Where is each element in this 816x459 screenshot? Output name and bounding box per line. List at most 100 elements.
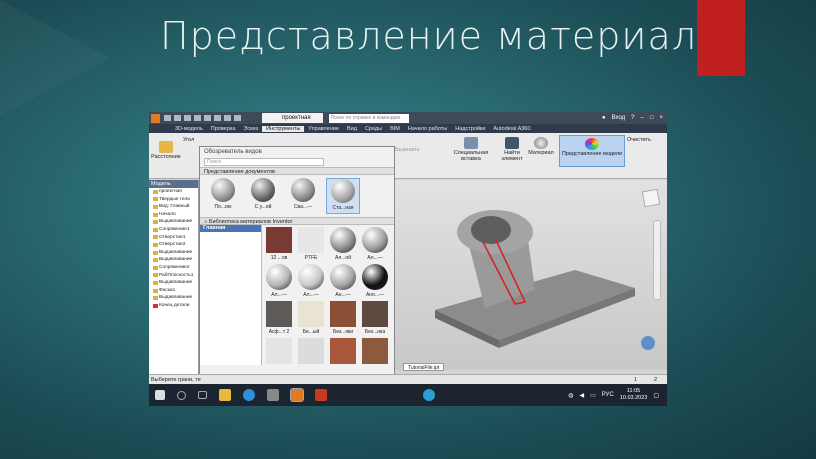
minimize-icon[interactable]: – bbox=[641, 115, 644, 121]
file-explorer-icon[interactable] bbox=[219, 389, 231, 401]
center-app-icon[interactable] bbox=[423, 389, 435, 401]
pinned-app-icon[interactable] bbox=[267, 389, 279, 401]
library-home-item[interactable]: Главная bbox=[200, 225, 261, 232]
library-material-item[interactable] bbox=[265, 338, 293, 366]
doc-material-item[interactable]: Сва...— bbox=[286, 178, 320, 214]
tree-item[interactable]: Выдавливание bbox=[149, 294, 198, 302]
tree-item[interactable]: Сопряжение2 bbox=[149, 264, 198, 272]
viewcube[interactable] bbox=[641, 188, 661, 208]
document-tab[interactable]: проектная bbox=[262, 113, 323, 123]
undo-icon[interactable] bbox=[194, 115, 201, 121]
inventor-logo-icon[interactable] bbox=[151, 113, 160, 123]
tab-tools[interactable]: Инструменты bbox=[262, 125, 305, 132]
clock[interactable]: 11:05 10.03.2023 bbox=[620, 388, 648, 402]
windows-start-icon[interactable] bbox=[155, 390, 165, 400]
tab-check[interactable]: Проверка bbox=[207, 126, 240, 132]
settings-icon[interactable] bbox=[234, 115, 241, 121]
edge-icon[interactable] bbox=[243, 389, 255, 401]
doc-material-item[interactable]: По...ию bbox=[206, 178, 240, 214]
clipboard-icon bbox=[464, 137, 478, 149]
redo-icon[interactable] bbox=[204, 115, 211, 121]
angle-button[interactable]: Угол bbox=[183, 137, 194, 143]
task-view-icon[interactable] bbox=[198, 391, 207, 399]
doc-material-item-selected[interactable]: Ста...ная bbox=[326, 178, 360, 214]
part-model[interactable] bbox=[395, 180, 667, 370]
special-insert-button[interactable]: Специальная вставка bbox=[453, 137, 489, 162]
battery-icon[interactable]: ▭ bbox=[590, 392, 596, 399]
file-tab[interactable]: TutorialFile.ipt bbox=[403, 363, 445, 371]
save-icon[interactable] bbox=[184, 115, 191, 121]
library-material-item[interactable] bbox=[297, 338, 325, 366]
library-material-item[interactable]: Ано...— bbox=[361, 264, 389, 298]
close-icon[interactable]: × bbox=[659, 115, 663, 121]
help-search-input[interactable]: Поиск по справке и командам bbox=[328, 113, 409, 123]
tree-item[interactable]: Выдавливание bbox=[149, 256, 198, 264]
doc-material-item[interactable]: С у...ой bbox=[246, 178, 280, 214]
clear-button[interactable]: Очистить bbox=[627, 137, 651, 143]
volume-icon[interactable]: ◀ bbox=[579, 392, 584, 399]
tab-a360[interactable]: Autodesk A360 bbox=[489, 126, 534, 132]
open-file-icon[interactable] bbox=[174, 115, 181, 121]
login-label[interactable]: Вход bbox=[612, 115, 626, 121]
3d-viewport[interactable] bbox=[395, 180, 667, 370]
tree-item[interactable]: Отверстие1 bbox=[149, 234, 198, 242]
tree-item[interactable]: Фаска1 bbox=[149, 287, 198, 295]
library-material-item[interactable] bbox=[361, 338, 389, 366]
tree-item[interactable]: Отверстие2 bbox=[149, 241, 198, 249]
powerpoint-icon[interactable] bbox=[315, 389, 327, 401]
navigation-bar[interactable] bbox=[653, 220, 661, 300]
library-material-item[interactable]: Ан...— bbox=[329, 264, 357, 298]
network-icon[interactable]: ◍ bbox=[568, 392, 573, 399]
find-element-button[interactable]: Найти элемент bbox=[499, 137, 525, 162]
tab-sketch[interactable]: Эскиз bbox=[239, 126, 262, 132]
tab-3d-model[interactable]: 3D-модель bbox=[171, 126, 207, 132]
tab-environments[interactable]: Среды bbox=[361, 126, 386, 132]
library-material-item[interactable]: Бе...ый bbox=[297, 301, 325, 335]
library-material-item[interactable]: Ал...— bbox=[265, 264, 293, 298]
library-header[interactable]: ⌂ Библиотека материалов Inventor bbox=[200, 217, 394, 225]
library-material-item[interactable]: Без...нка bbox=[361, 301, 389, 335]
library-material-item[interactable]: Ал...— bbox=[297, 264, 325, 298]
home-icon[interactable] bbox=[214, 115, 221, 121]
search-icon[interactable] bbox=[177, 390, 186, 400]
notifications-icon[interactable]: ▢ bbox=[653, 392, 659, 399]
tree-item[interactable]: Твердые тела bbox=[149, 196, 198, 204]
maximize-icon[interactable]: □ bbox=[650, 115, 654, 121]
material-button[interactable]: Материал bbox=[527, 137, 555, 156]
tab-addins[interactable]: Надстройки bbox=[451, 126, 489, 132]
decorative-arrow bbox=[0, 0, 110, 116]
print-icon[interactable] bbox=[224, 115, 231, 121]
new-file-icon[interactable] bbox=[164, 115, 171, 121]
user-icon[interactable]: ● bbox=[602, 115, 606, 121]
library-material-item[interactable]: Без...яки bbox=[329, 301, 357, 335]
tab-view[interactable]: Вид bbox=[343, 126, 361, 132]
tab-manage[interactable]: Управление bbox=[304, 126, 343, 132]
tree-item[interactable]: Выдавливание bbox=[149, 249, 198, 257]
model-browser-header[interactable]: Модель bbox=[149, 180, 198, 188]
help-icon[interactable]: ? bbox=[631, 115, 634, 121]
tree-item[interactable]: Конец детали bbox=[149, 302, 198, 310]
tree-item[interactable]: Сопряжение1 bbox=[149, 226, 198, 234]
tab-bim[interactable]: BIM bbox=[386, 126, 404, 132]
library-material-item[interactable]: 12 ...ов bbox=[265, 227, 293, 261]
share-icon[interactable] bbox=[641, 336, 655, 350]
tree-item[interactable]: Начало bbox=[149, 211, 198, 219]
tree-item[interactable]: Вид: Главный bbox=[149, 203, 198, 211]
tree-item[interactable]: РабПлоскость1 bbox=[149, 272, 198, 280]
library-material-item[interactable]: PTFE bbox=[297, 227, 325, 261]
tree-item[interactable]: Выдавливание bbox=[149, 279, 198, 287]
library-material-item[interactable]: Ал...ой bbox=[329, 227, 357, 261]
language-indicator[interactable]: РУС bbox=[602, 392, 614, 398]
model-representation-button[interactable]: Представление модели bbox=[559, 135, 625, 167]
distance-button[interactable]: Расстояние bbox=[151, 141, 181, 160]
cut-button[interactable]: Вырезать bbox=[395, 147, 419, 153]
library-material-item[interactable]: Ал...— bbox=[361, 227, 389, 261]
inventor-taskbar-icon[interactable] bbox=[290, 388, 304, 402]
browser-search-input[interactable]: Поиск bbox=[204, 158, 324, 166]
tree-item[interactable]: Выдавливание bbox=[149, 218, 198, 226]
library-material-item[interactable] bbox=[329, 338, 357, 366]
tree-item[interactable]: проектная bbox=[149, 188, 198, 196]
doc-materials-header[interactable]: Представление документов bbox=[200, 167, 394, 175]
tab-get-started[interactable]: Начало работы bbox=[404, 126, 451, 132]
library-material-item[interactable]: Асф...т 2 bbox=[265, 301, 293, 335]
